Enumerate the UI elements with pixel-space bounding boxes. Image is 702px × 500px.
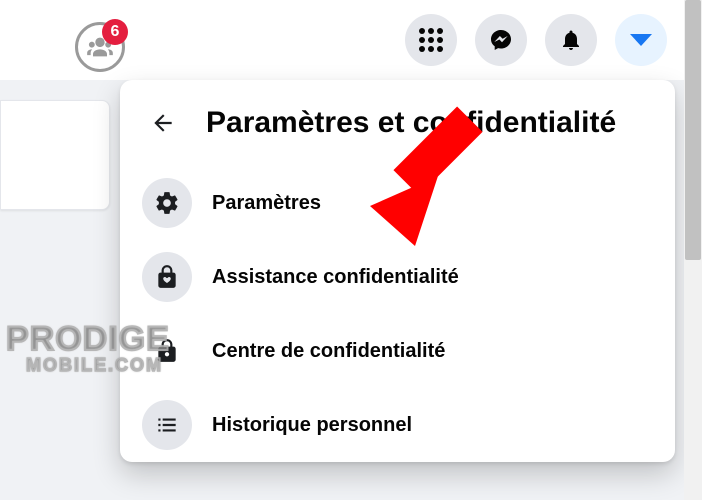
notification-badge: 6 [102, 19, 128, 45]
menu-item-privacy-center[interactable]: Centre de confidentialité [132, 314, 663, 388]
list-icon [142, 400, 192, 450]
menu-item-activity-log[interactable]: Historique personnel [132, 388, 663, 462]
messenger-button[interactable] [475, 14, 527, 66]
scrollbar[interactable] [684, 0, 702, 500]
scrollbar-thumb[interactable] [685, 0, 701, 260]
menu-item-label: Historique personnel [212, 414, 412, 437]
groups-button[interactable]: 6 [75, 22, 125, 72]
menu-item-settings[interactable]: Paramètres [132, 166, 663, 240]
lock-heart-icon [142, 252, 192, 302]
top-bar: 6 [0, 0, 702, 80]
notifications-button[interactable] [545, 14, 597, 66]
menu-item-privacy-checkup[interactable]: Assistance confidentialité [132, 240, 663, 314]
caret-down-icon [630, 34, 652, 46]
side-card [0, 100, 110, 210]
dropdown-title: Paramètres et confidentialité [206, 106, 616, 141]
arrow-left-icon [150, 110, 176, 136]
grid-icon [419, 28, 443, 52]
menu-button[interactable] [405, 14, 457, 66]
messenger-icon [489, 28, 513, 52]
menu-item-label: Paramètres [212, 192, 321, 215]
dropdown-header: Paramètres et confidentialité [132, 92, 663, 166]
header-actions [405, 14, 667, 66]
menu-item-label: Assistance confidentialité [212, 266, 459, 289]
settings-dropdown: Paramètres et confidentialité Paramètres… [120, 80, 675, 462]
account-menu-button[interactable] [615, 14, 667, 66]
menu-item-label: Centre de confidentialité [212, 340, 445, 363]
lock-icon [142, 326, 192, 376]
gear-icon [142, 178, 192, 228]
back-button[interactable] [138, 98, 188, 148]
bell-icon [559, 28, 583, 52]
